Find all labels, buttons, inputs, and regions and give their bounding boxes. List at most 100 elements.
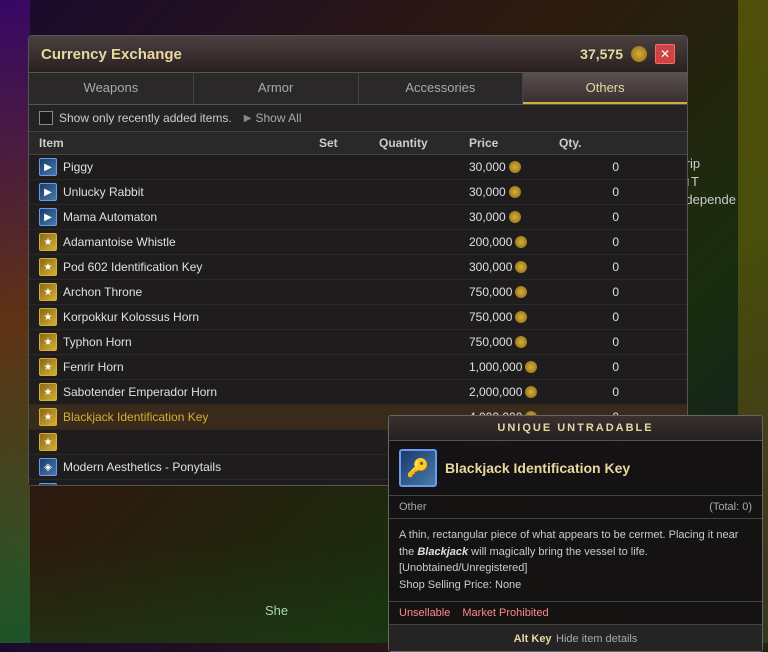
col-header-item: Item (39, 136, 319, 150)
item-icon: ★ (39, 308, 57, 326)
price-icon (515, 336, 527, 348)
tooltip-item-name: Blackjack Identification Key (445, 460, 630, 476)
item-price: 30,000 (469, 210, 559, 224)
price-icon (525, 386, 537, 398)
item-icon: ▶ (39, 158, 57, 176)
item-qty: 0 (559, 160, 619, 174)
recently-added-checkbox-area: Show only recently added items. (39, 111, 232, 125)
table-header: Item Set Quantity Price Qty. (29, 132, 687, 155)
col-header-price: Price (469, 136, 559, 150)
tag-market-prohibited: Market Prohibited (462, 607, 548, 619)
hotkey-action: Hide item details (556, 633, 637, 645)
item-name: Modern Aesthetics - Ponytails (63, 460, 221, 474)
panel-title: Currency Exchange (41, 46, 182, 63)
item-qty: 0 (559, 285, 619, 299)
item-name: Blackjack Identification Key (63, 410, 208, 424)
item-price: 750,000 (469, 285, 559, 299)
item-icon: ◈ (39, 483, 57, 485)
recently-added-label: Show only recently added items. (59, 111, 232, 125)
item-name: Typhon Horn (63, 335, 132, 349)
item-name: Archon Throne (63, 285, 142, 299)
tag-unsellable: Unsellable (399, 607, 450, 619)
table-row[interactable]: ★ Pod 602 Identification Key 300,000 0 (29, 255, 687, 280)
show-all-arrow-icon: ▶ (244, 113, 252, 124)
table-row[interactable]: ★ Archon Throne 750,000 0 (29, 280, 687, 305)
item-qty: 0 (559, 185, 619, 199)
table-row[interactable]: ★ Typhon Horn 750,000 0 (29, 330, 687, 355)
item-cell: ★ (39, 433, 319, 451)
item-cell: ★ Typhon Horn (39, 333, 319, 351)
item-name: Sabotender Emperador Horn (63, 385, 217, 399)
item-price: 30,000 (469, 160, 559, 174)
table-row[interactable]: ▶ Unlucky Rabbit 30,000 0 (29, 180, 687, 205)
item-name: Pod 602 Identification Key (63, 260, 202, 274)
table-row[interactable]: ★ Adamantoise Whistle 200,000 0 (29, 230, 687, 255)
filter-bar: Show only recently added items. ▶ Show A… (29, 105, 687, 132)
item-qty: 0 (559, 385, 619, 399)
item-cell: ★ Fenrir Horn (39, 358, 319, 376)
show-all-button[interactable]: ▶ Show All (244, 111, 302, 125)
item-price: 200,000 (469, 235, 559, 249)
item-qty: 0 (559, 335, 619, 349)
item-tooltip: UNIQUE UNTRADABLE 🔑 Blackjack Identifica… (388, 415, 763, 652)
recently-added-checkbox[interactable] (39, 111, 53, 125)
price-icon (509, 161, 521, 173)
price-icon (515, 286, 527, 298)
close-button[interactable]: ✕ (655, 44, 675, 64)
tab-armor[interactable]: Armor (194, 73, 359, 104)
bottom-game-text: She (265, 603, 288, 618)
item-cell: ▶ Piggy (39, 158, 319, 176)
item-price: 1,000,000 (469, 360, 559, 374)
item-qty: 0 (559, 310, 619, 324)
tab-accessories[interactable]: Accessories (359, 73, 524, 104)
table-row[interactable]: ▶ Piggy 30,000 0 (29, 155, 687, 180)
tab-bar: Weapons Armor Accessories Others (29, 73, 687, 105)
item-icon: ▶ (39, 183, 57, 201)
table-row[interactable]: ★ Fenrir Horn 1,000,000 0 (29, 355, 687, 380)
item-icon: ★ (39, 333, 57, 351)
item-name: Korpokkur Kolossus Horn (63, 310, 199, 324)
item-name: Adamantoise Whistle (63, 235, 176, 249)
item-icon: ★ (39, 408, 57, 426)
item-price: 750,000 (469, 335, 559, 349)
tooltip-category: Other (399, 501, 427, 513)
item-cell: ▶ Mama Automaton (39, 208, 319, 226)
title-bar: Currency Exchange 37,575 ✕ (29, 36, 687, 73)
item-icon: ★ (39, 433, 57, 451)
item-icon: ★ (39, 258, 57, 276)
tooltip-total: (Total: 0) (709, 501, 752, 513)
item-qty: 0 (559, 360, 619, 374)
tooltip-bold-word: Blackjack (417, 546, 468, 558)
item-cell: ★ Pod 602 Identification Key (39, 258, 319, 276)
item-name: Piggy (63, 160, 93, 174)
item-cell: ★ Korpokkur Kolossus Horn (39, 308, 319, 326)
tooltip-tags: Unsellable Market Prohibited (389, 602, 762, 624)
item-cell: ★ Sabotender Emperador Horn (39, 383, 319, 401)
price-icon (509, 186, 521, 198)
item-price: 30,000 (469, 185, 559, 199)
item-name: Fenrir Horn (63, 360, 124, 374)
item-qty: 0 (559, 235, 619, 249)
tab-others[interactable]: Others (523, 73, 687, 104)
item-price: 750,000 (469, 310, 559, 324)
item-cell: ★ Blackjack Identification Key (39, 408, 319, 426)
tab-weapons[interactable]: Weapons (29, 73, 194, 104)
col-header-quantity: Quantity (379, 136, 469, 150)
table-row[interactable]: ★ Sabotender Emperador Horn 2,000,000 0 (29, 380, 687, 405)
item-cell: ◈ Modern Aesthetics - Curls (39, 483, 319, 485)
tooltip-description: A thin, rectangular piece of what appear… (389, 519, 762, 602)
item-price: 300,000 (469, 260, 559, 274)
table-row[interactable]: ★ Korpokkur Kolossus Horn 750,000 0 (29, 305, 687, 330)
hotkey-key: Alt Key (514, 633, 552, 645)
item-icon: ◈ (39, 458, 57, 476)
price-icon (515, 261, 527, 273)
item-name: Mama Automaton (63, 210, 157, 224)
item-qty: 0 (559, 260, 619, 274)
item-price: 2,000,000 (469, 385, 559, 399)
item-name: Unlucky Rabbit (63, 185, 144, 199)
item-icon: ★ (39, 383, 57, 401)
currency-icon (631, 46, 647, 62)
table-row[interactable]: ▶ Mama Automaton 30,000 0 (29, 205, 687, 230)
price-icon (509, 211, 521, 223)
item-cell: ★ Archon Throne (39, 283, 319, 301)
